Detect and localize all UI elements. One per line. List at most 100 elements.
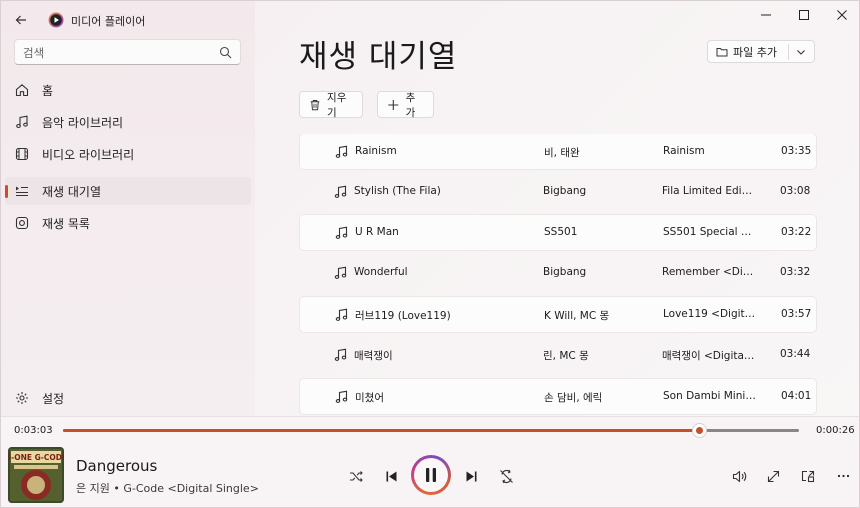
music-note-icon [334,266,347,279]
search-icon[interactable] [219,46,232,59]
table-row[interactable]: U R Man SS501 SS501 Special Album 03:22 [299,214,817,251]
player-bar: 0:03:03 0:00:26 G-ONE G-CODE Dangerous 은… [1,416,859,507]
track-title: 매력쟁이 [354,350,393,362]
page-title: 재생 대기열 [299,39,458,75]
back-button[interactable] [9,9,33,31]
search-box[interactable] [14,39,241,65]
album-art-image: G-ONE G-CODE [8,447,64,503]
next-button[interactable] [462,467,480,485]
repeat-button[interactable] [497,467,515,485]
track-artist: Bigbang [543,185,587,197]
sidebar-item-label: 재생 대기열 [42,184,102,199]
track-artist: K Will, MC 몽 [544,310,610,322]
track-artist: 비, 태완 [544,147,580,159]
track-duration: 03:57 [781,308,812,320]
remaining-time: 0:00:26 [816,425,855,436]
minimize-button[interactable] [747,1,785,29]
table-row[interactable]: 러브119 (Love119) K Will, MC 몽 Love119 <Di… [299,296,817,333]
table-row[interactable]: 미쳤어 손 담비, 에릭 Son Dambi Mini Album 04:01 [299,378,817,415]
track-artist: 손 담비, 에릭 [544,392,603,404]
close-icon [837,10,847,20]
music-note-icon [334,348,347,361]
track-duration: 03:44 [780,348,811,360]
now-playing-subtitle: 은 지원 • G-Code <Digital Single> [76,482,259,495]
window-controls [747,1,859,31]
track-artist: SS501 [544,226,578,238]
sidebar-item-queue[interactable]: 재생 대기열 [5,177,251,205]
music-note-icon [335,145,348,158]
track-artist: Bigbang [543,266,587,278]
close-button[interactable] [823,1,859,29]
add-label: 추가 [405,91,416,119]
track-album: SS501 Special Album [663,226,757,238]
fullscreen-button[interactable] [764,467,782,485]
pause-icon [426,468,436,482]
track-title: U R Man [355,226,399,238]
mini-player-button[interactable] [799,467,817,485]
track-title: Wonderful [354,266,408,278]
track-album: Rainism [663,145,705,157]
seek-progress [63,429,699,432]
search-input[interactable] [23,44,213,61]
next-icon [466,471,476,481]
sidebar-item-home[interactable]: 홈 [5,76,251,104]
film-icon [15,147,29,161]
mini-player-icon [801,470,815,482]
sidebar-item-label: 홈 [42,83,54,98]
track-duration: 03:35 [781,145,812,157]
music-note-icon [335,390,348,403]
media-player-window: 미디어 플레이어 홈 음악 라이브러리 비디오 라이브러리 재생 대기열 재생 … [0,0,860,508]
table-row[interactable]: 매력쟁이 린, MC 몽 매력쟁이 <Digital Single> 03:44 [299,337,817,374]
sidebar: 미디어 플레이어 홈 음악 라이브러리 비디오 라이브러리 재생 대기열 재생 … [1,1,255,416]
more-options-button[interactable] [834,467,852,485]
chevron-down-icon[interactable] [796,47,806,57]
track-album: Love119 <Digital Single> [663,308,757,320]
seek-thumb[interactable] [692,424,706,437]
back-arrow-icon [15,15,26,25]
settings-label: 설정 [42,391,65,406]
sidebar-item-video-library[interactable]: 비디오 라이브러리 [5,140,251,168]
home-icon [15,84,29,97]
sidebar-item-music-library[interactable]: 음악 라이브러리 [5,108,251,136]
play-pause-button[interactable] [411,455,451,495]
sidebar-item-settings[interactable]: 설정 [5,384,251,412]
music-note-icon [16,115,28,129]
sidebar-item-playlists[interactable]: 재생 목록 [5,209,251,237]
shuffle-button[interactable] [347,467,365,485]
maximize-button[interactable] [785,1,823,29]
album-art[interactable]: G-ONE G-CODE [8,447,64,503]
track-album: Remember <Digital Single> [662,266,756,278]
clear-button[interactable]: 지우기 [299,91,363,119]
music-note-icon [335,308,348,321]
volume-button[interactable] [730,467,748,485]
table-row[interactable]: Stylish (The Fila) Bigbang Fila Limited … [299,174,817,211]
table-row[interactable]: Wonderful Bigbang Remember <Digital Sing… [299,255,817,292]
previous-button[interactable] [382,467,400,485]
previous-icon [386,471,396,481]
minimize-icon [761,14,771,16]
shuffle-icon [349,470,363,482]
media-player-logo-icon [48,12,64,28]
sidebar-item-label: 음악 라이브러리 [42,115,124,130]
now-playing-title: Dangerous [76,457,158,475]
music-note-icon [335,226,348,239]
repeat-off-icon [499,469,513,483]
add-file-button[interactable]: 파일 추가 [707,40,815,63]
title-bar: 미디어 플레이어 [1,1,255,39]
speaker-icon [732,470,746,482]
track-album: Fila Limited Edition... [662,185,756,197]
sidebar-item-label: 재생 목록 [42,216,90,231]
add-button[interactable]: 추가 [377,91,434,119]
queue-track-list: Rainism 비, 태완 Rainism 03:35 Stylish (The… [299,134,817,416]
track-duration: 04:01 [781,390,812,402]
main-content: 재생 대기열 파일 추가 지우기 추가 Rainism 비, 태완 Rainis… [255,1,859,416]
track-title: Stylish (The Fila) [354,185,441,197]
more-icon [837,474,849,478]
add-file-label: 파일 추가 [733,45,777,59]
trash-icon [310,99,320,110]
seek-slider[interactable] [63,424,799,437]
button-divider [788,44,789,60]
elapsed-time: 0:03:03 [14,425,53,436]
track-artist: 린, MC 몽 [543,350,589,362]
table-row[interactable]: Rainism 비, 태완 Rainism 03:35 [299,134,817,170]
